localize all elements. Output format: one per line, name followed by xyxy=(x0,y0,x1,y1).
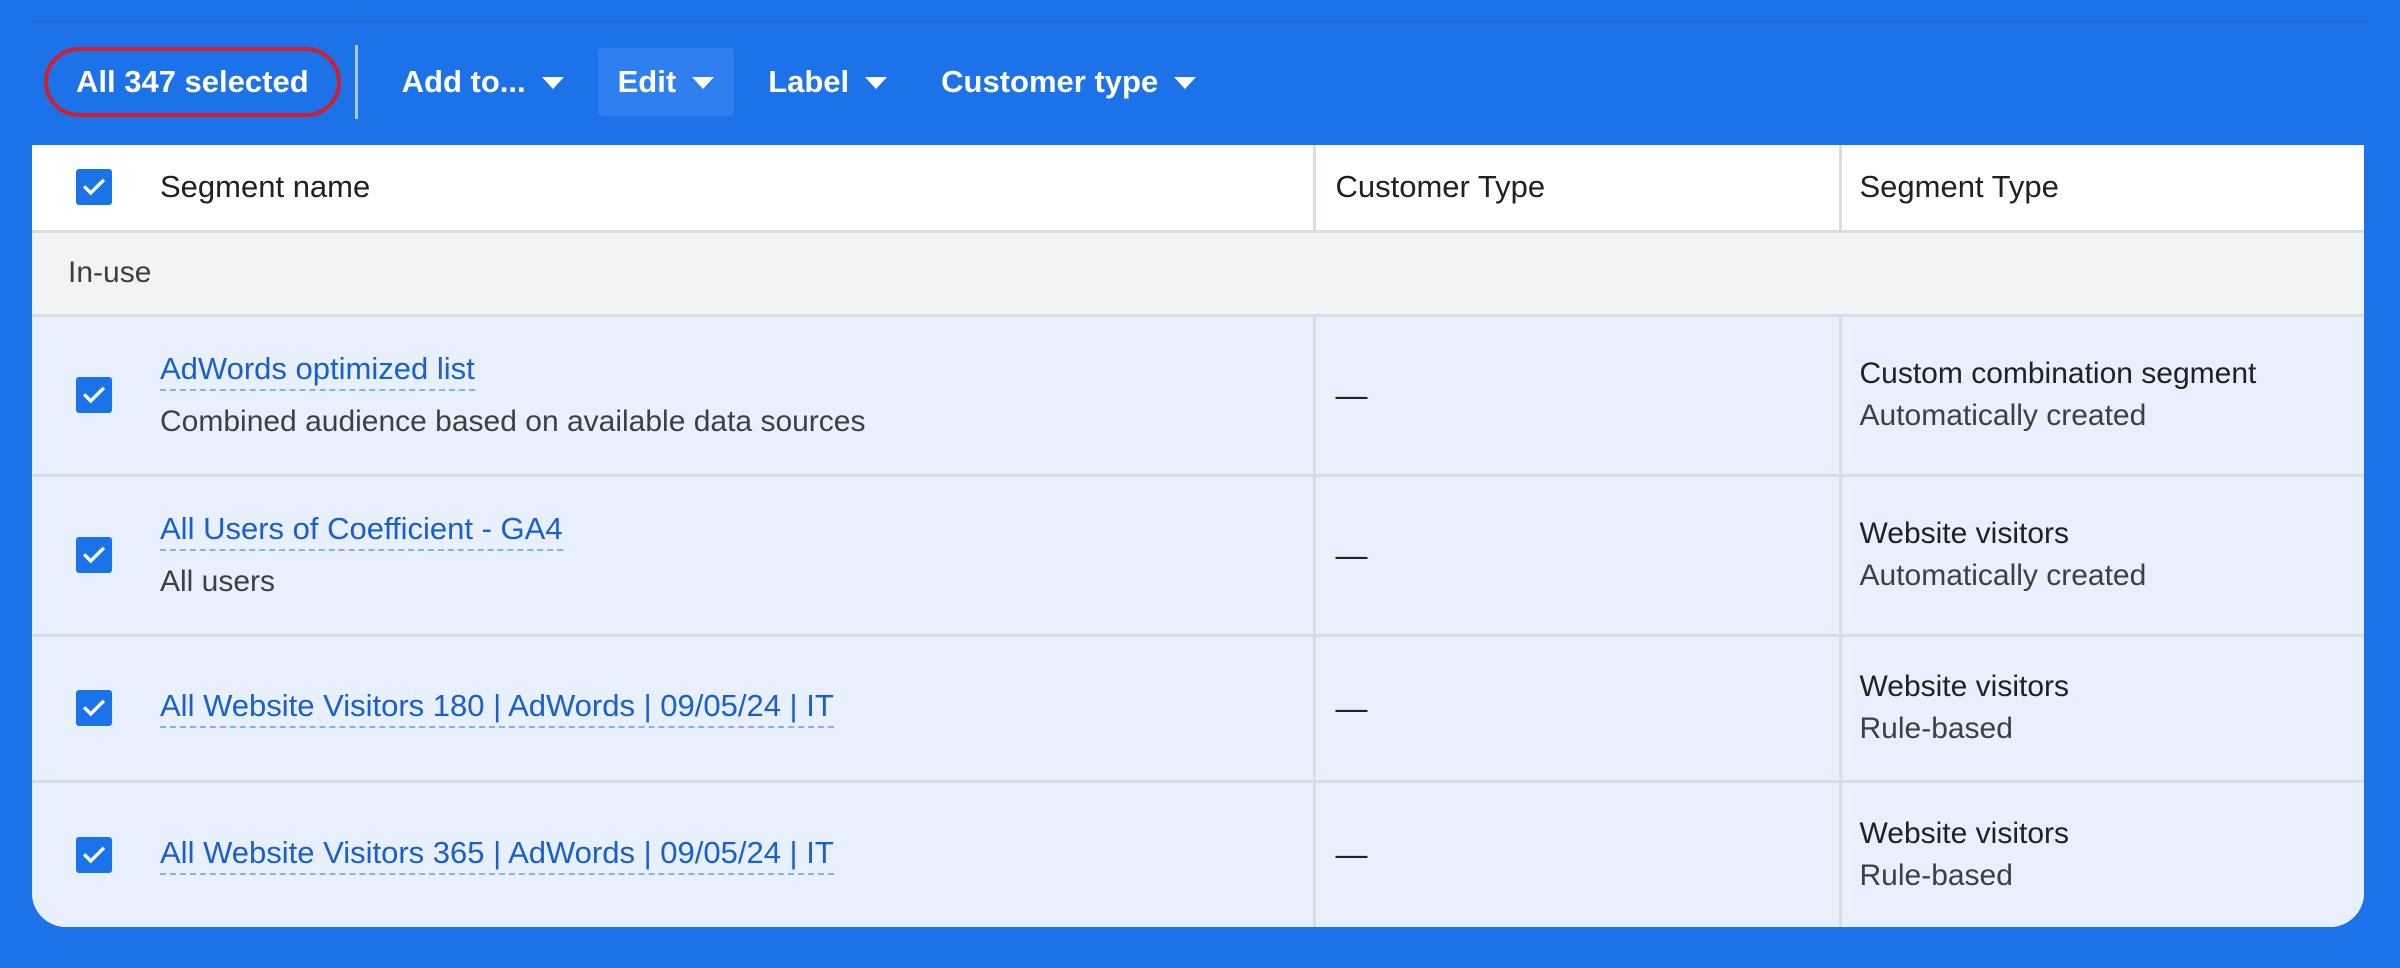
segment-type-value: Website visitors xyxy=(1859,816,2070,850)
table-row[interactable]: All Website Visitors 365 | AdWords | 09/… xyxy=(32,781,2364,927)
table-row[interactable]: All Users of Coefficient - GA4 All users… xyxy=(32,475,2364,637)
checkmark-icon xyxy=(82,846,106,864)
header-segment-type-label: Segment Type xyxy=(1859,169,2059,205)
segment-type-value: Website visitors xyxy=(1859,517,2070,550)
select-all-checkbox[interactable] xyxy=(76,169,112,206)
customer-type-value: — xyxy=(1335,376,1368,413)
header-customer-type[interactable]: Customer Type xyxy=(1312,145,1840,233)
customer-type-value: — xyxy=(1335,536,1368,573)
segment-type-subtext: Rule-based xyxy=(1859,858,2013,892)
segment-type-value: Website visitors xyxy=(1859,670,2070,703)
edit-button[interactable]: Edit xyxy=(597,48,735,116)
segments-table: Segment name Customer Type Segment Type … xyxy=(32,145,2364,927)
add-to-button[interactable]: Add to... xyxy=(382,48,584,116)
customer-type-button[interactable]: Customer type xyxy=(921,48,1216,116)
table-row[interactable]: All Website Visitors 180 | AdWords | 09/… xyxy=(32,635,2364,783)
segments-page: All 347 selected Add to... Edit Label Cu… xyxy=(0,0,2400,968)
checkmark-icon xyxy=(82,386,106,404)
caret-down-icon xyxy=(541,77,564,89)
row-checkbox[interactable] xyxy=(76,377,112,413)
label-button[interactable]: Label xyxy=(748,48,907,116)
segment-type-subtext: Rule-based xyxy=(1859,712,2013,745)
caret-down-icon xyxy=(1174,77,1197,89)
label-label: Label xyxy=(768,64,850,99)
segment-type-value: Custom combination segment xyxy=(1859,357,2257,390)
checkmark-icon xyxy=(82,178,106,196)
segment-type-subtext: Automatically created xyxy=(1859,559,2147,592)
selected-count-label: All 347 selected xyxy=(76,64,309,99)
add-to-label: Add to... xyxy=(401,64,526,99)
group-row-in-use: In-use xyxy=(32,231,2364,317)
table-row[interactable]: AdWords optimized list Combined audience… xyxy=(32,315,2364,477)
customer-type-value: — xyxy=(1335,836,1368,873)
segment-name-link[interactable]: All Users of Coefficient - GA4 xyxy=(160,511,563,551)
segment-description: Combined audience based on available dat… xyxy=(160,405,866,438)
segment-name-link[interactable]: All Website Visitors 365 | AdWords | 09/… xyxy=(160,835,834,875)
checkmark-icon xyxy=(82,699,106,717)
all-selected-indicator[interactable]: All 347 selected xyxy=(44,47,341,117)
segment-name-link[interactable]: AdWords optimized list xyxy=(160,351,475,391)
edit-label: Edit xyxy=(617,64,677,99)
table-header-row: Segment name Customer Type Segment Type xyxy=(32,145,2364,233)
top-divider xyxy=(32,20,2368,22)
caret-down-icon xyxy=(692,77,715,89)
row-checkbox[interactable] xyxy=(76,836,112,873)
customer-type-label: Customer type xyxy=(941,64,1159,99)
group-label: In-use xyxy=(32,231,2364,317)
toolbar-divider xyxy=(354,45,358,119)
row-checkbox[interactable] xyxy=(76,537,112,573)
segments-table-card: Segment name Customer Type Segment Type … xyxy=(32,145,2364,927)
header-customer-type-label: Customer Type xyxy=(1335,169,1546,205)
header-segment-type[interactable]: Segment Type xyxy=(1838,145,2364,233)
caret-down-icon xyxy=(865,77,888,89)
segment-description: All users xyxy=(160,565,276,598)
customer-type-value: — xyxy=(1335,689,1368,726)
header-segment-name-label: Segment name xyxy=(160,169,371,205)
segment-name-link[interactable]: All Website Visitors 180 | AdWords | 09/… xyxy=(160,688,834,728)
selection-toolbar: All 347 selected Add to... Edit Label Cu… xyxy=(40,44,1230,120)
row-checkbox[interactable] xyxy=(76,690,112,726)
segment-type-subtext: Automatically created xyxy=(1859,399,2147,432)
header-segment-name: Segment name xyxy=(32,145,1314,233)
checkmark-icon xyxy=(82,546,106,564)
